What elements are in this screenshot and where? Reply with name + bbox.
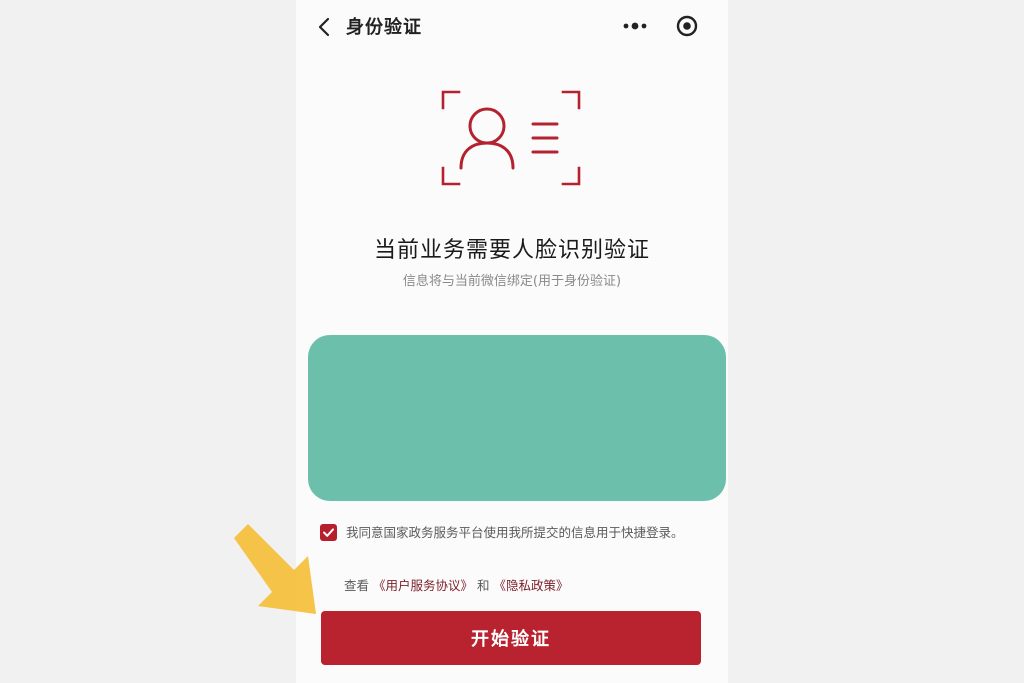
and-text: 和 xyxy=(477,578,490,593)
verification-subline: 信息将与当前微信绑定(用于身份验证) xyxy=(402,274,622,289)
more-dots-icon xyxy=(623,22,647,30)
target-circle-icon xyxy=(676,15,698,37)
annotation-arrow-icon xyxy=(234,524,316,614)
face-scan-icon xyxy=(441,90,581,186)
page-title: 身份验证 xyxy=(346,17,422,38)
start-verification-button[interactable]: 开始验证 xyxy=(321,611,701,665)
mini-program-screen: 身份验证 当前业务需要人脸识别验证 信息将与当前微信绑定(用于身份验证) 我同意… xyxy=(296,0,728,683)
more-button[interactable] xyxy=(608,10,662,42)
mini-program-capsule xyxy=(608,10,716,42)
privacy-policy-link[interactable]: 《隐私政策》 xyxy=(494,578,569,593)
navigation-bar: 身份验证 xyxy=(296,0,728,54)
close-mini-program-button[interactable] xyxy=(662,10,716,42)
agreement-text: 我同意国家政务服务平台使用我所提交的信息用于快捷登录。 xyxy=(346,525,684,540)
chevron-left-icon xyxy=(318,17,330,37)
user-agreement-link[interactable]: 《用户服务协议》 xyxy=(373,578,473,593)
back-button[interactable] xyxy=(314,14,336,40)
verification-headline: 当前业务需要人脸识别验证 xyxy=(373,238,650,263)
policy-links-row: 查看 《用户服务协议》 和 《隐私政策》 xyxy=(344,575,569,594)
redacted-info-block xyxy=(308,335,726,501)
view-prefix: 查看 xyxy=(344,578,370,593)
